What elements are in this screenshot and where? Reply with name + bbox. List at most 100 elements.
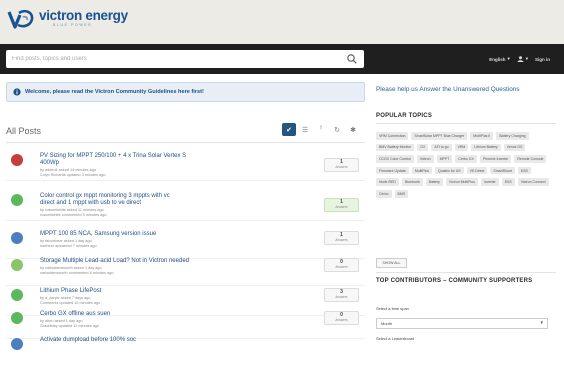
topic-tag[interactable]: MultiPlus II bbox=[470, 132, 494, 140]
topic-tag[interactable]: Quattro for US bbox=[435, 166, 464, 175]
answer-count-label: Answers bbox=[335, 295, 348, 299]
topic-tag[interactable]: Victron bbox=[416, 155, 434, 163]
checkmark-icon: ✔ bbox=[286, 126, 292, 134]
welcome-banner[interactable]: Welcome, please read the Victron Communi… bbox=[6, 82, 365, 102]
topic-tag[interactable]: Firmware Update bbox=[376, 166, 409, 175]
answer-count-badge: 1 Answers bbox=[324, 158, 359, 172]
top-contributors-heading: TOP CONTRIBUTORS – COMMUNITY SUPPORTERS bbox=[376, 278, 533, 284]
list-item[interactable]: Activate dumpload before 100% soc bbox=[6, 337, 365, 365]
post-meta-line: Colyn Richards updated 3 minutes ago bbox=[40, 172, 106, 177]
list-item[interactable]: PV Sizing for MPPT 250/100 + 4 x Trina S… bbox=[6, 153, 365, 181]
post-title-line: Lithium Phase LifePost bbox=[40, 288, 102, 294]
topic-tag[interactable]: Lithium Battery bbox=[471, 143, 501, 152]
topic-tag[interactable]: Cerbo GX bbox=[455, 155, 477, 163]
search-input[interactable] bbox=[12, 54, 332, 64]
post-meta: by added1 asked 14 minutes ago Colyn Rich… bbox=[40, 168, 220, 177]
answer-count-badge: 0 Answers bbox=[324, 258, 359, 272]
post-title-line: MPPT 100 85 NCA, Samsung version issue bbox=[40, 231, 157, 237]
answer-count-badge: 0 Answers bbox=[324, 311, 359, 325]
post-meta-line: Comments updated 10 minutes ago bbox=[40, 300, 101, 305]
post-meta-line: roswellwhite commented 3 minutes ago bbox=[40, 212, 107, 217]
tab-unanswered[interactable]: ☰ bbox=[298, 123, 312, 136]
list-item[interactable]: MPPT 100 85 NCA, Samsung version issue by… bbox=[6, 231, 365, 259]
post-title-line: direct and 1 mppt with usb to ve direct bbox=[40, 200, 142, 206]
info-icon bbox=[13, 88, 21, 96]
search-box bbox=[6, 50, 364, 68]
topic-tag[interactable]: SmartShunt bbox=[490, 166, 515, 175]
topic-tag[interactable]: Battery Charging bbox=[496, 132, 529, 140]
victron-logo[interactable]: victron energy BLUE POWER bbox=[6, 9, 128, 31]
post-meta: by d_daryle asked 7 days ago Comments upd… bbox=[40, 296, 220, 305]
topic-tag[interactable]: ESS bbox=[517, 166, 531, 175]
divider bbox=[6, 285, 365, 286]
topic-tag[interactable]: VRM bbox=[454, 143, 469, 152]
post-status-icon bbox=[11, 154, 23, 166]
sign-in-link[interactable]: Sign in bbox=[535, 57, 550, 62]
list-item[interactable]: Cerbo GX offline aus suen by aheu asked 1… bbox=[6, 311, 365, 339]
topic-tag[interactable]: VRM Connection bbox=[376, 132, 409, 140]
answer-count-label: Answers bbox=[335, 265, 348, 269]
post-title-line: Storage Multiple Lead-acid Load? Not in … bbox=[40, 258, 189, 264]
time-span-select[interactable]: Month ▾ bbox=[376, 318, 548, 329]
language-selector[interactable]: English ▾ bbox=[489, 56, 510, 62]
tab-latest[interactable]: ✔ bbox=[282, 123, 296, 136]
topic-tag[interactable]: SmartSolar MPPT Blue Charger bbox=[411, 132, 468, 140]
refresh-icon: ↻ bbox=[334, 126, 340, 134]
tab-popular[interactable]: ᶠ bbox=[314, 123, 328, 136]
welcome-banner-text: Welcome, please read the Victron Communi… bbox=[25, 89, 204, 95]
fire-icon: ᶠ bbox=[320, 126, 322, 133]
topic-tag[interactable]: BMV Battery Monitor bbox=[376, 143, 415, 152]
post-title[interactable]: Color control gx mppt monitoring 3 mppts… bbox=[40, 193, 240, 207]
divider bbox=[6, 220, 365, 221]
topic-tag[interactable]: MPPT bbox=[436, 155, 453, 163]
post-title[interactable]: Activate dumpload before 100% soc bbox=[40, 337, 240, 344]
list-item[interactable]: Color control gx mppt monitoring 3 mppts… bbox=[6, 193, 365, 221]
post-meta-line: carlosfamsworth commented 8 minutes ago bbox=[40, 270, 114, 275]
answer-count-badge: 1 Answers bbox=[324, 231, 359, 245]
topic-tag[interactable]: Venus OS bbox=[503, 143, 526, 152]
post-title[interactable]: PV Sizing for MPPT 250/100 + 4 x Trina S… bbox=[40, 153, 240, 167]
search-icon[interactable] bbox=[346, 53, 358, 65]
user-menu[interactable]: ▾ bbox=[517, 56, 528, 62]
topic-tag[interactable]: Phoenix Inverter bbox=[479, 155, 512, 163]
tab-activity[interactable]: ↻ bbox=[330, 123, 344, 136]
post-title-line: Color control gx mppt monitoring 3 mppts… bbox=[40, 193, 170, 199]
time-span-label: Select a time span bbox=[376, 306, 409, 311]
victron-logo-icon bbox=[7, 9, 34, 29]
topic-tag[interactable]: Cerbo bbox=[376, 189, 392, 198]
search-bar: English ▾ ▾ Sign in bbox=[0, 44, 564, 74]
answer-count-label: Answers bbox=[335, 165, 348, 169]
tab-settings[interactable]: ✱ bbox=[346, 123, 360, 136]
topic-tag[interactable]: Node-RED bbox=[376, 178, 399, 186]
post-title[interactable]: MPPT 100 85 NCA, Samsung version issue bbox=[40, 231, 240, 238]
comment-icon: ☰ bbox=[301, 126, 309, 134]
topic-tag[interactable]: CCGX Color Control bbox=[376, 155, 414, 163]
post-meta: by aheu asked 1 day ago Graddetsy updated… bbox=[40, 319, 220, 328]
topic-tag[interactable]: Remote Console bbox=[514, 155, 547, 163]
topic-tag[interactable]: Inverter bbox=[480, 178, 499, 186]
topic-tag[interactable]: MultiPlus bbox=[411, 166, 433, 175]
topic-tag[interactable]: VE.Direct bbox=[466, 166, 488, 175]
topic-tag[interactable]: Battery bbox=[425, 178, 443, 186]
topic-tag[interactable]: GX bbox=[417, 143, 429, 152]
unanswered-questions-link[interactable]: Please help us Answer the Unanswered Que… bbox=[376, 86, 546, 94]
leaderboard-label: Select a Leaderboard bbox=[376, 336, 415, 341]
topic-tag[interactable]: Bluetooth bbox=[401, 178, 423, 186]
topic-tag[interactable]: BMS bbox=[394, 189, 409, 198]
show-all-button[interactable]: SHOW ALL bbox=[376, 258, 407, 268]
time-span-value: Month bbox=[381, 321, 393, 326]
post-status-icon bbox=[11, 194, 23, 206]
answer-count-badge: 3 Answers bbox=[324, 288, 359, 302]
post-title[interactable]: Lithium Phase LifePost bbox=[40, 288, 240, 295]
topic-tag[interactable]: Victron MultiPlus bbox=[445, 178, 478, 186]
topic-tag[interactable]: Victron Connect bbox=[517, 178, 549, 186]
user-icon bbox=[517, 56, 524, 62]
topic-tag[interactable]: ESS bbox=[501, 178, 515, 186]
post-title[interactable]: Cerbo GX offline aus suen bbox=[40, 311, 240, 318]
chevron-down-icon: ▾ bbox=[507, 56, 510, 61]
list-item[interactable]: Storage Multiple Lead-acid Load? Not in … bbox=[6, 258, 365, 286]
answer-count-label: Answers bbox=[335, 205, 348, 209]
divider bbox=[6, 180, 365, 181]
topic-tag[interactable]: AFI to go bbox=[431, 143, 452, 152]
post-title[interactable]: Storage Multiple Lead-acid Load? Not in … bbox=[40, 258, 240, 265]
